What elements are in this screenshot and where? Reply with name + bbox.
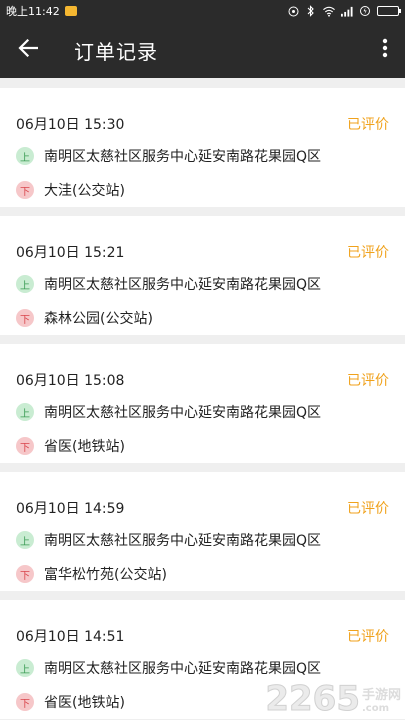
pickup-address: 南明区太慈社区服务中心延安南路花果园Q区 (44, 405, 322, 421)
order-status: 已评价 (347, 501, 389, 517)
order-time: 06月10日 15:21 (16, 245, 125, 261)
order-status: 已评价 (347, 373, 389, 389)
order-time: 06月10日 15:08 (16, 373, 125, 389)
pickup-badge: 上 (16, 659, 34, 677)
watermark-cn: 手游网 (361, 688, 401, 703)
pickup-row: 上 南明区太慈社区服务中心延安南路花果园Q区 (16, 530, 321, 550)
dropoff-row: 下 森林公园(公交站) (16, 308, 153, 328)
dropoff-address: 省医(地铁站) (44, 439, 125, 455)
pickup-row: 上 南明区太慈社区服务中心延安南路花果园Q区 (16, 146, 321, 166)
pickup-badge: 上 (16, 275, 34, 293)
dropoff-badge: 下 (16, 437, 34, 455)
back-button[interactable] (0, 22, 56, 78)
pickup-address: 南明区太慈社区服务中心延安南路花果园Q区 (44, 277, 322, 293)
order-status: 已评价 (347, 245, 389, 261)
pickup-address: 南明区太慈社区服务中心延安南路花果园Q区 (44, 149, 322, 165)
watermark-logo: 2265 手游网 .com (265, 679, 401, 719)
pickup-badge: 上 (16, 403, 34, 421)
dropoff-badge: 下 (16, 693, 34, 711)
watermark-number: 2265 (265, 679, 361, 719)
order-card[interactable]: 06月10日 15:08 已评价 上 南明区太慈社区服务中心延安南路花果园Q区 … (0, 344, 405, 463)
order-status: 已评价 (347, 629, 389, 645)
pickup-address: 南明区太慈社区服务中心延安南路花果园Q区 (44, 533, 322, 549)
order-card[interactable]: 06月10日 15:21 已评价 上 南明区太慈社区服务中心延安南路花果园Q区 … (0, 216, 405, 335)
status-bar: 晚上11:42 (0, 0, 405, 22)
page-title: 订单记录 (74, 39, 158, 64)
dropoff-address: 大洼(公交站) (44, 183, 125, 199)
more-vert-icon (382, 38, 388, 62)
pickup-badge: 上 (16, 531, 34, 549)
dropoff-address: 富华松竹苑(公交站) (44, 567, 167, 583)
signal-icon (341, 5, 353, 17)
wifi-icon (323, 5, 335, 17)
pickup-badge: 上 (16, 147, 34, 165)
more-options-button[interactable] (365, 22, 405, 78)
notification-app-icon (64, 6, 77, 16)
dropoff-address: 森林公园(公交站) (44, 311, 153, 327)
battery-icon (377, 6, 401, 16)
watermark-domain: .com (361, 703, 390, 714)
dropoff-row: 下 省医(地铁站) (16, 692, 125, 712)
dropoff-row: 下 富华松竹苑(公交站) (16, 564, 167, 584)
pickup-row: 上 南明区太慈社区服务中心延安南路花果园Q区 (16, 402, 321, 422)
order-time: 06月10日 15:30 (16, 117, 125, 133)
dropoff-address: 省医(地铁站) (44, 695, 125, 711)
pickup-address: 南明区太慈社区服务中心延安南路花果园Q区 (44, 661, 322, 677)
order-time: 06月10日 14:59 (16, 501, 125, 517)
dropoff-badge: 下 (16, 565, 34, 583)
app-bar: 订单记录 (0, 22, 405, 78)
dropoff-row: 下 省医(地铁站) (16, 436, 125, 456)
order-card[interactable]: 06月10日 15:30 已评价 上 南明区太慈社区服务中心延安南路花果园Q区 … (0, 88, 405, 207)
charging-icon (359, 5, 371, 17)
dropoff-badge: 下 (16, 309, 34, 327)
bluetooth-icon (305, 5, 317, 17)
status-time: 晚上11:42 (6, 5, 60, 18)
pickup-row: 上 南明区太慈社区服务中心延安南路花果园Q区 (16, 658, 321, 678)
dropoff-row: 下 大洼(公交站) (16, 180, 125, 200)
dropoff-badge: 下 (16, 181, 34, 199)
order-card[interactable]: 06月10日 14:59 已评价 上 南明区太慈社区服务中心延安南路花果园Q区 … (0, 472, 405, 591)
alarm-icon (287, 5, 299, 17)
order-time: 06月10日 14:51 (16, 629, 125, 645)
order-status: 已评价 (347, 117, 389, 133)
pickup-row: 上 南明区太慈社区服务中心延安南路花果园Q区 (16, 274, 321, 294)
arrow-left-icon (18, 38, 39, 61)
